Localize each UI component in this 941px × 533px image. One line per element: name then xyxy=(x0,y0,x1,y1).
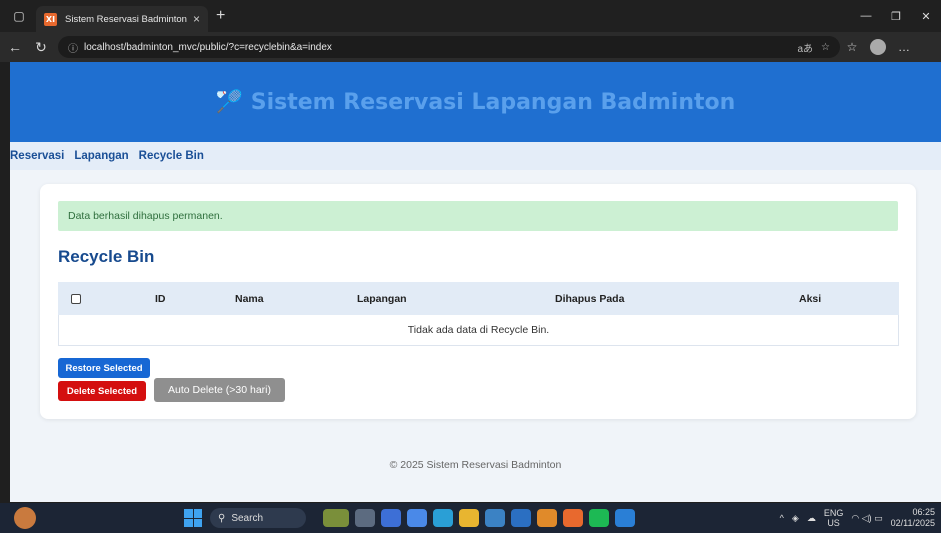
column-header-dihapus-pada: Dihapus Pada xyxy=(542,282,787,315)
widget-icon[interactable] xyxy=(323,509,349,527)
weather-icon[interactable] xyxy=(14,507,36,529)
search-label: Search xyxy=(231,512,264,524)
store-icon[interactable] xyxy=(485,509,505,527)
vscode-icon[interactable] xyxy=(615,509,635,527)
file-explorer-icon[interactable] xyxy=(459,509,479,527)
minimize-icon[interactable]: — xyxy=(851,10,881,23)
back-icon[interactable]: ← xyxy=(4,39,26,55)
column-header-nama: Nama xyxy=(222,282,345,315)
browser-toolbar: ← ↻ ⓘ localhost/badminton_mvc/public/?c=… xyxy=(0,32,941,62)
tab-actions-icon[interactable]: ▢ xyxy=(8,5,30,27)
tray-app-icon[interactable]: ◈ xyxy=(792,513,799,524)
page-footer: © 2025 Sistem Reservasi Badminton xyxy=(389,459,562,471)
web-page: 🏸 Sistem Reservasi Lapangan Badminton Re… xyxy=(10,62,941,502)
search-icon: ⚲ xyxy=(218,512,226,524)
site-header: 🏸 Sistem Reservasi Lapangan Badminton xyxy=(10,62,941,142)
language-code: ENG xyxy=(823,508,844,518)
empty-message: Tidak ada data di Recycle Bin. xyxy=(58,314,899,346)
url-text: localhost/badminton_mvc/public/?c=recycl… xyxy=(84,41,332,53)
wifi-volume-battery-icons[interactable]: ◠ ◁) ▭ xyxy=(851,513,882,524)
refresh-icon[interactable]: ↻ xyxy=(30,39,52,56)
table-header-row: ID Nama Lapangan Dihapus Pada Aksi xyxy=(58,282,899,315)
site-title-text: Sistem Reservasi Lapangan Badminton xyxy=(250,89,736,115)
teams-icon[interactable] xyxy=(381,509,401,527)
window-controls: — ❐ ✕ xyxy=(851,10,941,23)
region-code: US xyxy=(827,518,840,528)
taskbar-apps xyxy=(320,509,638,527)
select-all-checkbox[interactable] xyxy=(71,293,81,304)
read-aloud-icon[interactable]: aあ xyxy=(797,40,813,55)
profile-avatar[interactable] xyxy=(870,39,886,55)
delete-selected-button[interactable]: Delete Selected xyxy=(58,381,146,401)
hp-icon[interactable] xyxy=(511,509,531,527)
content-card: Data berhasil dihapus permanen. Recycle … xyxy=(40,184,916,419)
close-tab-icon[interactable]: × xyxy=(193,12,200,26)
favorites-icon[interactable]: ☆ xyxy=(840,40,864,54)
restore-selected-button[interactable]: Restore Selected xyxy=(58,358,150,378)
main-nav: Reservasi Lapangan Recycle Bin xyxy=(10,142,941,170)
tray-cloud-icon[interactable]: ☁ xyxy=(807,513,816,524)
copilot-icon[interactable] xyxy=(407,509,427,527)
favorite-star-icon[interactable]: ☆ xyxy=(821,42,830,53)
taskbar-search[interactable]: ⚲ Search xyxy=(210,508,306,528)
system-tray: ^ ◈ ☁ ENG US ◠ ◁) ▭ 06:25 02/11/2025 xyxy=(780,507,941,529)
chrome-icon[interactable] xyxy=(537,509,557,527)
tab-title: Sistem Reservasi Badminton xyxy=(65,13,187,25)
start-menu-icon[interactable] xyxy=(184,509,202,527)
address-bar[interactable]: ⓘ localhost/badminton_mvc/public/?c=recy… xyxy=(58,36,840,58)
chevron-up-icon[interactable]: ^ xyxy=(780,513,784,523)
favicon-icon: XI xyxy=(44,12,57,26)
table-row: Tidak ada data di Recycle Bin. xyxy=(58,314,899,346)
os-taskbar: ⚲ Search ^ ◈ ☁ ENG US ◠ ◁) ▭ 06:25 02/11… xyxy=(0,503,941,533)
maximize-icon[interactable]: ❐ xyxy=(881,10,911,23)
edge-icon[interactable] xyxy=(433,509,453,527)
column-header-id: ID xyxy=(142,282,223,315)
site-info-icon[interactable]: ⓘ xyxy=(68,40,78,55)
nav-link-reservasi[interactable]: Reservasi xyxy=(10,150,64,162)
clock[interactable]: 06:25 02/11/2025 xyxy=(891,507,935,529)
page-title: Recycle Bin xyxy=(58,247,155,266)
new-tab-icon[interactable]: + xyxy=(216,7,225,25)
clock-date: 02/11/2025 xyxy=(890,518,935,528)
badminton-icon: 🏸 xyxy=(215,89,244,115)
column-header-aksi: Aksi xyxy=(786,282,899,315)
success-alert: Data berhasil dihapus permanen. xyxy=(58,201,898,231)
clock-time: 06:25 xyxy=(912,507,935,517)
recycle-bin-table: ID Nama Lapangan Dihapus Pada Aksi Tidak… xyxy=(58,282,899,346)
browser-titlebar: ▢ XI Sistem Reservasi Badminton × + — ❐ … xyxy=(0,0,941,32)
close-window-icon[interactable]: ✕ xyxy=(911,10,941,23)
more-menu-icon[interactable]: … xyxy=(892,40,916,54)
spotify-icon[interactable] xyxy=(589,509,609,527)
site-title: 🏸 Sistem Reservasi Lapangan Badminton xyxy=(216,90,736,115)
nav-link-lapangan[interactable]: Lapangan xyxy=(74,150,128,162)
column-header-lapangan: Lapangan xyxy=(344,282,543,315)
browser-tab[interactable]: XI Sistem Reservasi Badminton × xyxy=(36,6,208,32)
xampp-icon[interactable] xyxy=(563,509,583,527)
task-view-icon[interactable] xyxy=(355,509,375,527)
nav-link-recycle-bin[interactable]: Recycle Bin xyxy=(139,150,204,162)
auto-delete-button[interactable]: Auto Delete (>30 hari) xyxy=(154,378,285,402)
select-all-header xyxy=(58,282,143,315)
language-indicator[interactable]: ENG US xyxy=(824,508,844,528)
